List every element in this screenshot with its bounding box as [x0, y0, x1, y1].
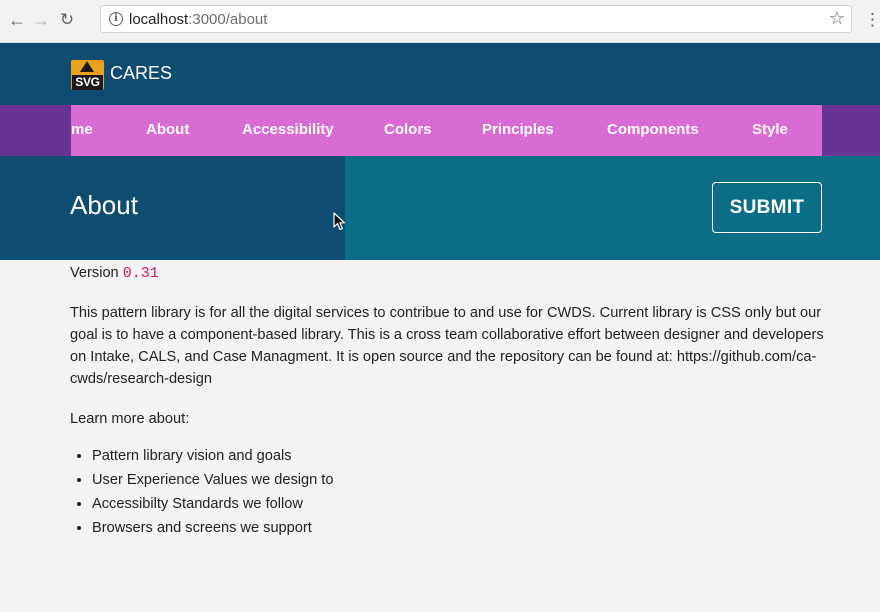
list-item[interactable]: Browsers and screens we support	[92, 516, 840, 540]
nav-item-components[interactable]: Components	[607, 121, 699, 138]
url-text: localhost:3000/about	[129, 11, 267, 28]
version-value: 0.31	[122, 265, 159, 282]
arrow-right-icon[interactable]: →	[30, 9, 52, 31]
primary-nav: me About Accessibility Colors Principles…	[0, 105, 880, 156]
list-item[interactable]: Pattern library vision and goals	[92, 444, 840, 468]
kebab-menu-icon[interactable]: ⋮	[864, 10, 880, 30]
nav-item-principles[interactable]: Principles	[482, 121, 554, 138]
url-host: localhost	[129, 11, 189, 28]
learn-more-label: Learn more about:	[70, 411, 190, 427]
mouse-pointer-icon	[333, 212, 346, 231]
main-content: Version 0.31 This pattern library is for…	[70, 262, 840, 540]
version-line: Version 0.31	[70, 262, 840, 285]
address-bar[interactable]: i localhost:3000/about ☆	[100, 5, 852, 33]
page-banner: About SUBMIT	[0, 156, 880, 260]
submit-button[interactable]: SUBMIT	[712, 182, 822, 233]
browser-toolbar: ← → ↻ i localhost:3000/about ☆ ⋮	[0, 0, 880, 43]
app-header: SVG CARES	[0, 43, 880, 105]
nav-item-home[interactable]: me	[71, 121, 93, 138]
learn-more-list: Pattern library vision and goals User Ex…	[70, 444, 840, 540]
logo[interactable]: SVG	[71, 60, 104, 90]
logo-text: SVG	[72, 75, 103, 90]
info-icon[interactable]: i	[109, 12, 123, 26]
nav-item-about[interactable]: About	[146, 121, 189, 138]
page-title: About	[70, 190, 138, 220]
nav-item-accessibility[interactable]: Accessibility	[242, 121, 334, 138]
description-paragraph: This pattern library is for all the digi…	[70, 305, 824, 387]
logo-arrow-icon	[80, 61, 94, 72]
brand-name[interactable]: CARES	[110, 63, 172, 84]
banner-title-panel: About	[0, 156, 345, 260]
version-label: Version	[70, 265, 119, 281]
reload-icon[interactable]: ↻	[56, 9, 78, 31]
primary-nav-bar: me About Accessibility Colors Principles…	[71, 105, 822, 156]
nav-item-colors[interactable]: Colors	[384, 121, 432, 138]
list-item[interactable]: User Experience Values we design to	[92, 468, 840, 492]
arrow-left-icon[interactable]: ←	[6, 9, 28, 31]
star-icon[interactable]: ☆	[829, 8, 845, 29]
url-path: :3000/about	[188, 11, 268, 28]
nav-item-style[interactable]: Style	[752, 121, 788, 138]
list-item[interactable]: Accessibilty Standards we follow	[92, 492, 840, 516]
